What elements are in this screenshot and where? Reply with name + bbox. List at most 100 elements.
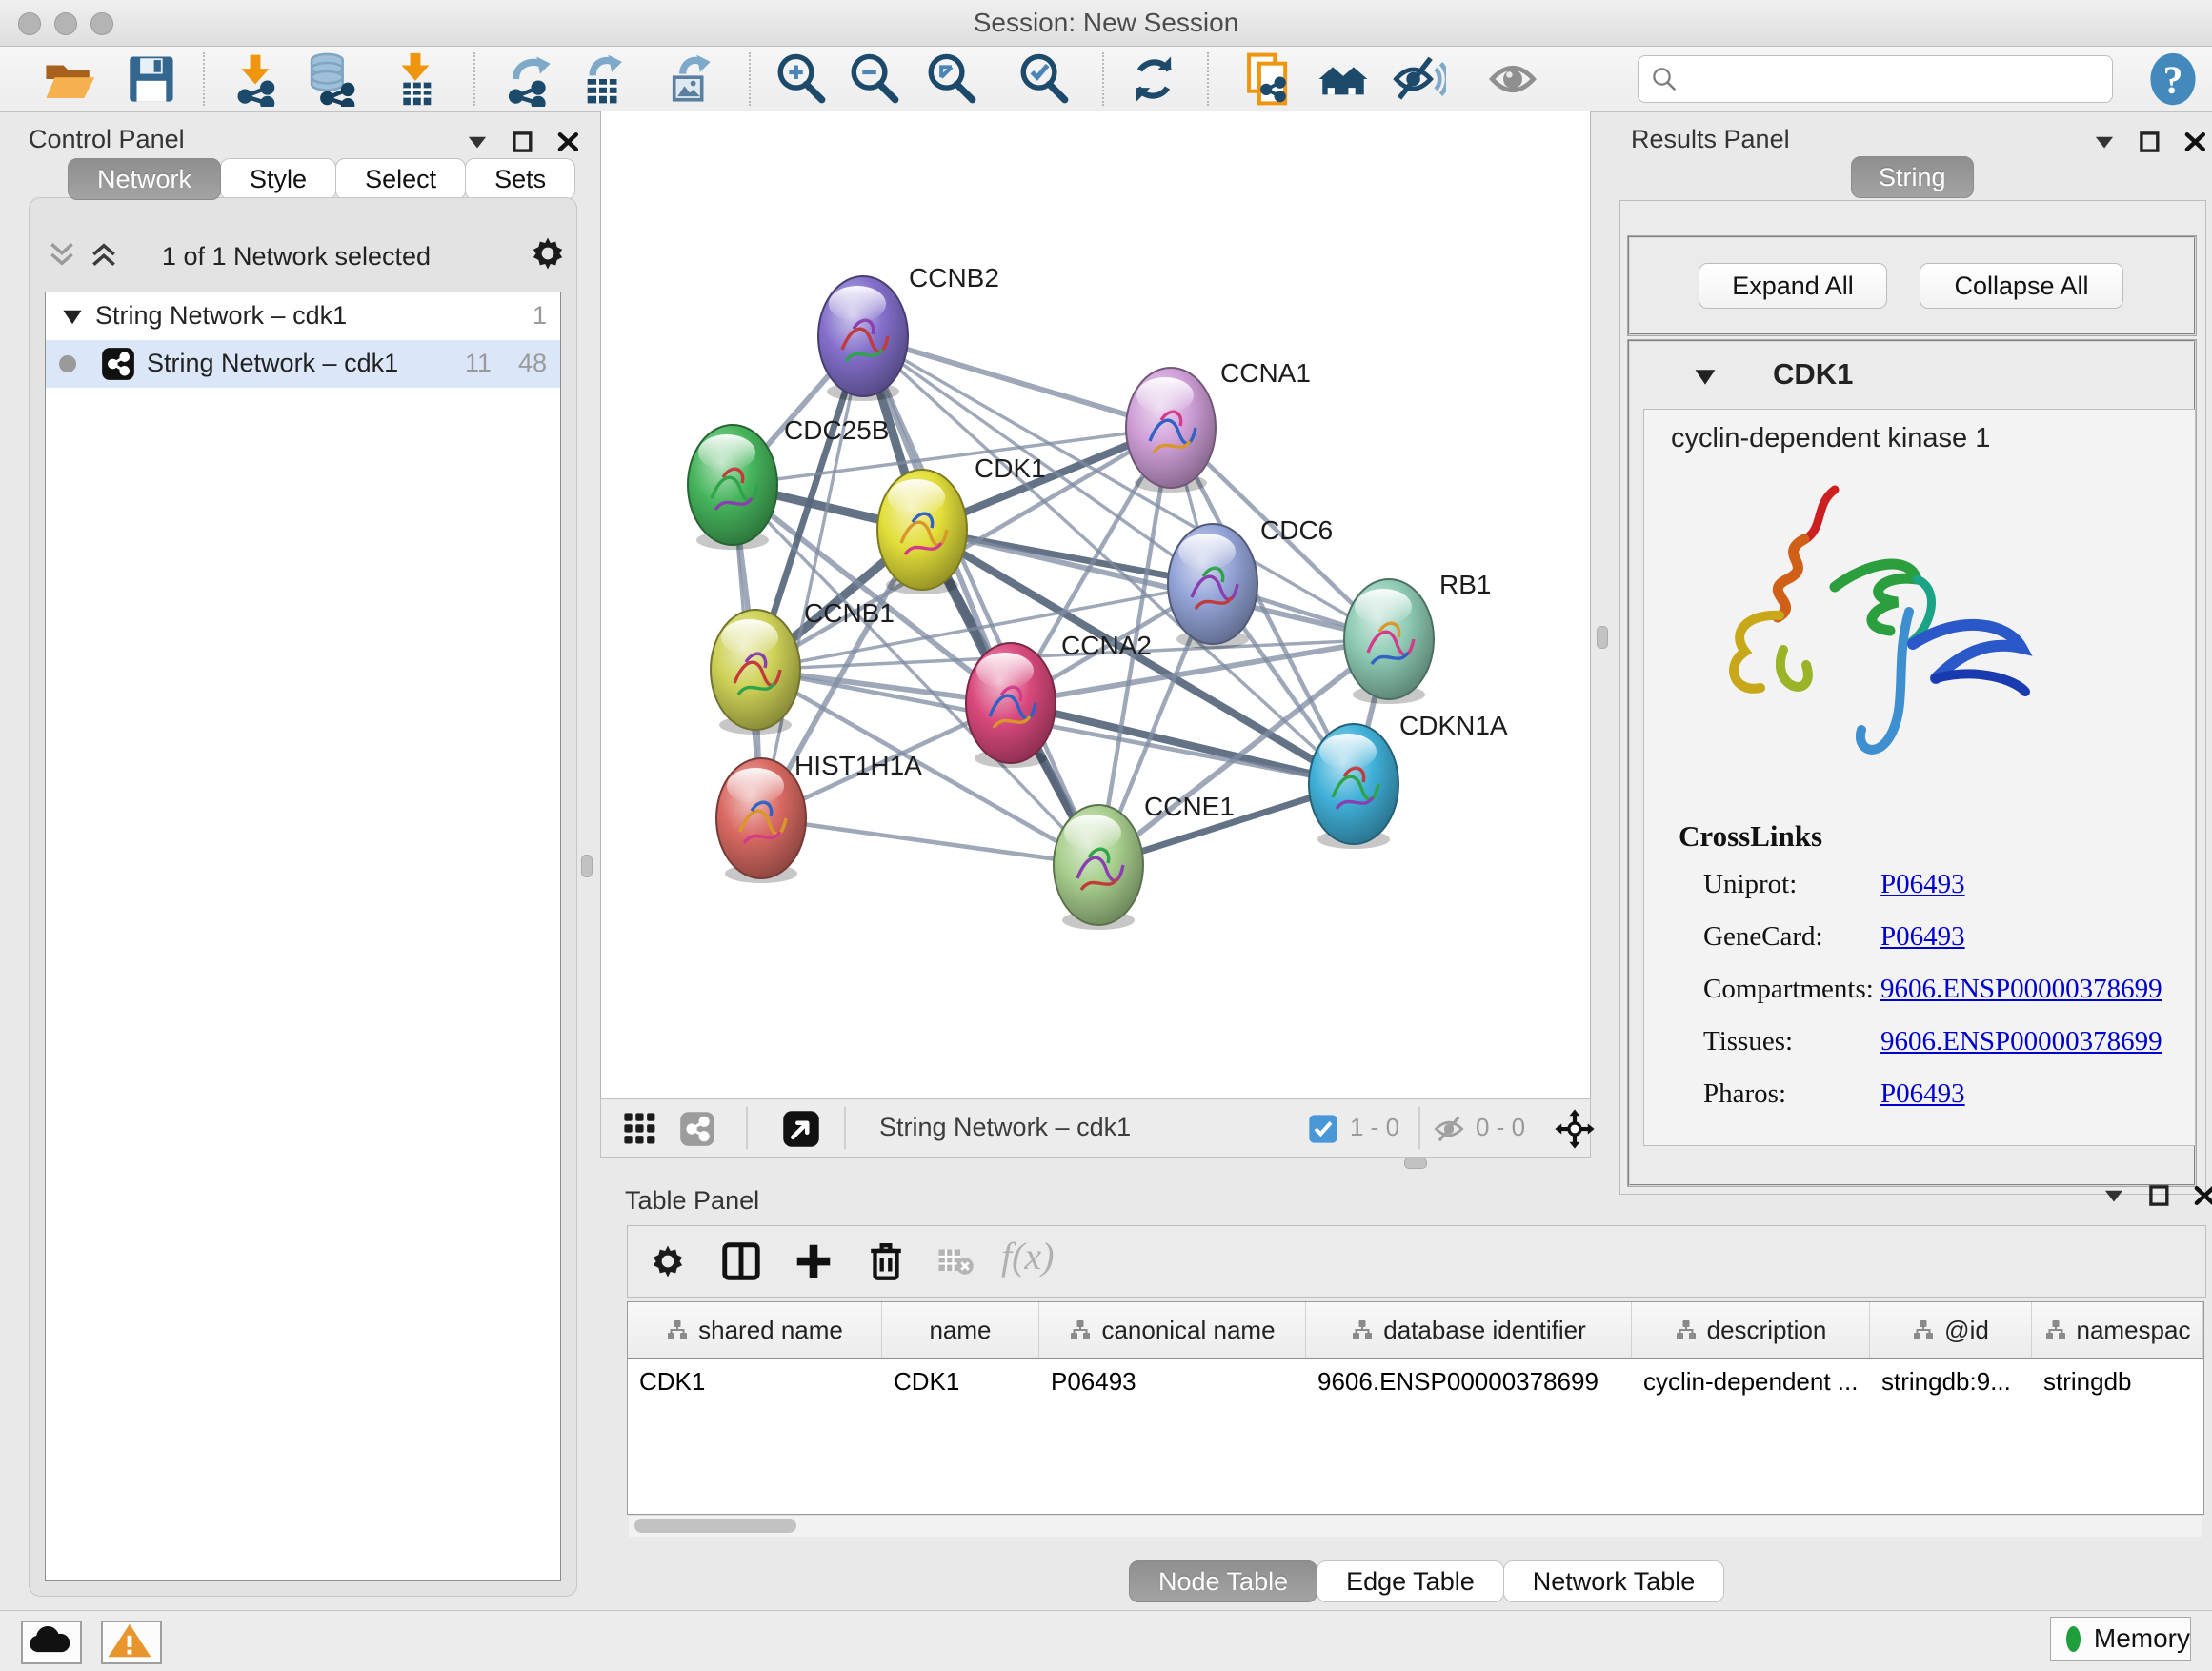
import-table-icon[interactable] [388,51,443,107]
zoom-fit-icon[interactable] [924,51,979,107]
table-cell[interactable]: cyclin-dependent ... [1632,1367,1870,1397]
view-toolbar-separator [1418,1107,1420,1149]
tab-sets[interactable]: Sets [465,158,575,200]
show-grid-icon[interactable] [622,1111,658,1147]
crosslink-link[interactable]: 9606.ENSP00000378699 [1880,974,2162,1005]
table-horizontal-scrollbar[interactable] [629,1515,2202,1537]
float-panel-icon[interactable] [2092,130,2117,154]
edge-CCNA2-CDKN1A[interactable] [1011,703,1354,784]
show-all-icon[interactable] [1485,51,1540,107]
float-panel-icon[interactable] [465,130,490,154]
new-network-from-selection-icon[interactable] [1240,51,1296,107]
open-session-icon[interactable] [41,51,96,107]
bottom-splitter-handle[interactable] [1404,1158,1427,1169]
tab-network-table[interactable]: Network Table [1503,1560,1725,1602]
edge-CCNB2-CCNE1[interactable] [863,336,1098,865]
network-collection-row[interactable]: String Network – cdk1 1 [46,292,560,340]
scrollbar-thumb[interactable] [634,1519,796,1533]
string-network-graph[interactable]: CCNB2CCNA1CDC25BCDK1CDC6RB1CCNB1CCNA2CDK… [601,111,1590,1098]
delete-column-icon[interactable] [864,1238,908,1282]
maximize-panel-icon[interactable] [2147,1183,2172,1208]
export-network-icon[interactable] [502,51,557,107]
left-splitter-handle[interactable] [581,855,593,877]
column-header-database-identifier[interactable]: database identifier [1306,1302,1632,1358]
network-canvas[interactable]: CCNB2CCNA1CDC25BCDK1CDC6RB1CCNB1CCNA2CDK… [600,111,1591,1098]
tab-select[interactable]: Select [335,158,466,200]
collapse-all-tree-icon[interactable] [47,240,77,269]
tab-string[interactable]: String [1851,156,1974,198]
import-network-icon[interactable] [228,51,283,107]
import-network-from-database-icon[interactable] [303,51,358,107]
memory-button[interactable]: Memory [2050,1617,2191,1661]
table-cell[interactable]: P06493 [1039,1367,1306,1397]
save-session-icon[interactable] [123,51,178,107]
float-panel-icon[interactable] [2101,1183,2126,1208]
table-cell[interactable]: stringdb:9... [1870,1367,2032,1397]
title-bar: Session: New Session [0,0,2212,47]
column-header-description[interactable]: description [1632,1302,1870,1358]
zoom-out-icon[interactable] [847,51,902,107]
node-label-RB1: RB1 [1439,570,1491,599]
tab-edge-table[interactable]: Edge Table [1317,1560,1504,1602]
tab-network[interactable]: Network [68,158,221,200]
column-header-shared-name[interactable]: shared name [628,1302,882,1358]
expand-all-button[interactable]: Expand All [1699,263,1887,309]
close-panel-icon[interactable] [2193,1183,2212,1208]
crosslink-link[interactable]: P06493 [1880,869,1965,900]
node-CDK1[interactable]: CDK1 [877,453,1046,594]
zoom-selected-icon[interactable] [1016,51,1072,107]
right-splitter-handle[interactable] [1597,626,1608,649]
network-options-gear-icon[interactable] [527,232,569,274]
export-table-icon[interactable] [575,51,631,107]
table-cell[interactable]: stringdb [2032,1367,2203,1397]
crosslink-link[interactable]: P06493 [1880,921,1965,953]
table-cell[interactable]: CDK1 [882,1367,1039,1397]
crosslink-link[interactable]: 9606.ENSP00000378699 [1880,1026,2162,1057]
column-header-@id[interactable]: @id [1870,1302,2032,1358]
export-image-icon[interactable] [662,51,717,107]
first-neighbors-icon[interactable] [1316,51,1371,107]
maximize-panel-icon[interactable] [511,130,535,154]
expand-all-tree-icon[interactable] [89,240,119,269]
help-icon[interactable]: ? [2145,51,2201,107]
node-RB1[interactable]: RB1 [1344,570,1491,704]
tree-expander-icon[interactable] [61,308,84,327]
close-panel-icon[interactable] [2183,130,2208,154]
table-row[interactable]: CDK1CDK1P064939606.ENSP00000378699cyclin… [628,1359,2203,1403]
cloud-status-button[interactable] [21,1621,82,1664]
column-header-name[interactable]: name [882,1302,1039,1358]
zoom-in-icon[interactable] [774,51,829,107]
network-overview-icon[interactable] [679,1111,715,1147]
node-CDKN1A[interactable]: CDKN1A [1309,711,1508,849]
edge-HIST1H1A-CCNE1[interactable] [761,818,1098,865]
collapse-all-button[interactable]: Collapse All [1920,263,2123,309]
network-view-toolbar: String Network – cdk1 1 - 0 0 - 0 [600,1098,1591,1158]
tab-node-table[interactable]: Node Table [1129,1560,1317,1602]
refresh-icon[interactable] [1126,51,1181,107]
entry-expander-icon[interactable] [1693,367,1718,388]
show-columns-icon[interactable] [719,1239,763,1283]
node-label-CCNB2: CCNB2 [909,263,999,292]
tab-style[interactable]: Style [220,158,336,200]
node-HIST1H1A[interactable]: HIST1H1A [716,751,922,883]
control-panel-tabs: NetworkStyleSelectSets [69,158,575,200]
node-CCNB2[interactable]: CCNB2 [818,263,999,401]
open-in-new-window-icon[interactable] [782,1110,820,1148]
hide-selected-icon[interactable] [1391,51,1446,107]
crosslink-link[interactable]: P06493 [1880,1078,1965,1110]
table-options-gear-icon[interactable] [647,1240,689,1282]
column-header-namespac[interactable]: namespac [2032,1302,2203,1358]
node-CCNE1[interactable]: CCNE1 [1054,792,1235,930]
search-input[interactable] [1638,55,2113,103]
table-cell[interactable]: 9606.ENSP00000378699 [1306,1367,1632,1397]
column-header-canonical-name[interactable]: canonical name [1039,1302,1306,1358]
warnings-button[interactable] [101,1621,162,1664]
maximize-panel-icon[interactable] [2138,130,2162,154]
network-row-selected[interactable]: String Network – cdk1 11 48 [46,340,560,388]
edge-CCNB2-CCNA1[interactable] [863,336,1171,428]
fit-selection-crosshair-icon[interactable] [1554,1108,1596,1150]
node-CDC6[interactable]: CDC6 [1168,515,1333,649]
table-cell[interactable]: CDK1 [628,1367,882,1397]
add-column-icon[interactable] [792,1239,835,1283]
close-panel-icon[interactable] [556,130,581,154]
